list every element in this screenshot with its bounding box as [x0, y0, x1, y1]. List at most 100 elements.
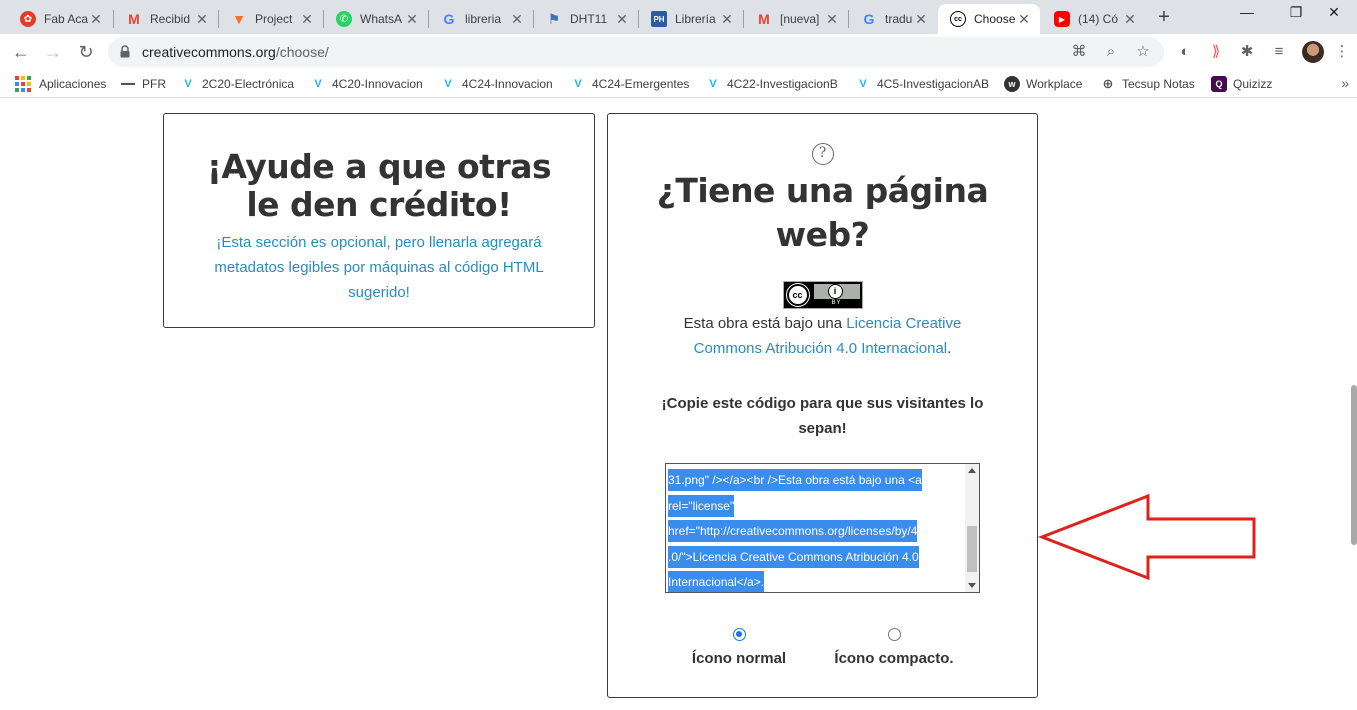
bookmark-4c5-investigacionab[interactable]: V 4C5-InvestigacionAB — [855, 75, 989, 93]
tab-gmail-nueva[interactable]: M [nueva] ✕ — [744, 4, 848, 34]
vimeo-icon: V — [444, 78, 452, 90]
tab-youtube[interactable]: ▶ (14) Có ✕ — [1042, 4, 1146, 34]
close-icon[interactable]: ✕ — [913, 11, 929, 27]
radio-compact[interactable] — [887, 628, 901, 641]
attribution-card: ¡Ayude a que otras le den crédito! ¡Esta… — [163, 113, 595, 328]
tab-google-traductor[interactable]: G traducto ✕ — [849, 4, 937, 34]
bookmark-2c20-electronica[interactable]: V 2C20-Electrónica — [180, 75, 294, 93]
copy-code-heading: ¡Copie este código para que sus visitant… — [661, 395, 984, 437]
tab-choose-active[interactable]: cc Choose ✕ — [938, 4, 1040, 34]
close-window-button[interactable]: ✕ — [1311, 4, 1357, 28]
website-card: ? ¿Tiene una página web? cc i BY Esta ob… — [607, 113, 1038, 698]
close-icon[interactable]: ✕ — [824, 11, 840, 27]
close-icon[interactable]: ✕ — [1122, 11, 1138, 27]
attribution-subtitle: ¡Esta sección es opcional, pero llenarla… — [214, 234, 544, 301]
cc-by-badge[interactable]: cc i BY — [782, 281, 863, 309]
html-code-textarea[interactable]: 31.png" /></a><br />Esta obra está bajo … — [665, 463, 980, 593]
bookmark-4c20-innovacion[interactable]: V 4C20-Innovacion — [310, 75, 422, 93]
website-title: ¿Tiene una página web? — [656, 171, 989, 254]
bookmark-aplicaciones[interactable]: Aplicaciones — [15, 75, 106, 93]
tab-gmail-recibidos[interactable]: M Recibid ✕ — [114, 4, 218, 34]
scroll-up-arrow-icon[interactable] — [968, 468, 976, 473]
close-icon[interactable]: ✕ — [509, 11, 525, 27]
tab-fab-academy[interactable]: ✿ Fab Aca ✕ — [8, 4, 112, 34]
gmail-icon: M — [128, 11, 140, 27]
creative-commons-icon: cc — [950, 11, 966, 27]
bookmarks-overflow-icon[interactable]: » — [1341, 75, 1349, 91]
attribution-title: ¡Ayude a que otras le den crédito! — [206, 147, 552, 224]
extensions-puzzle-icon[interactable]: ✱ — [1238, 43, 1256, 61]
google-icon: G — [443, 11, 455, 27]
gmail-icon: M — [758, 11, 770, 27]
tab-libreria-ph[interactable]: PH Librería ✕ — [639, 4, 743, 34]
page-scrollbar-thumb[interactable] — [1351, 385, 1357, 545]
cc-logo-icon: cc — [785, 283, 810, 307]
bookmark-tecsup-notas[interactable]: ⊕ Tecsup Notas — [1100, 75, 1195, 93]
code-line: href="http://creativecommons.org/license… — [668, 520, 918, 542]
option-compact-icon[interactable]: Ícono compacto. — [824, 628, 964, 667]
close-icon[interactable]: ✕ — [88, 11, 104, 27]
ph-icon: PH — [651, 11, 667, 27]
youtube-icon: ▶ — [1054, 11, 1070, 27]
google-icon: G — [863, 11, 875, 27]
minimize-button[interactable]: — — [1224, 4, 1270, 28]
bookmark-4c22-investigacionb[interactable]: V 4C22-InvestigacionB — [705, 75, 837, 93]
page-scrollbar[interactable] — [1349, 99, 1357, 710]
bookmark-pfr[interactable]: ▬▬ PFR — [120, 75, 166, 93]
code-selected-text: 31.png" /></a><br />Esta obra está bajo … — [668, 468, 963, 592]
translate-icon[interactable]: ⌘ — [1070, 43, 1088, 61]
vimeo-icon: V — [859, 78, 867, 90]
license-statement: Esta obra está bajo una Licencia Creativ… — [683, 315, 962, 357]
scrollbar-thumb[interactable] — [967, 526, 977, 572]
code-scrollbar[interactable] — [965, 464, 979, 592]
address-bar[interactable]: creativecommons.org/choose/ ⌘ ⌕ ☆ — [108, 37, 1164, 67]
close-icon[interactable]: ✕ — [299, 11, 315, 27]
forward-button[interactable]: → — [40, 39, 66, 65]
radio-normal[interactable] — [732, 628, 746, 641]
tab-google-libreria[interactable]: G libreria ✕ — [429, 4, 533, 34]
whatsapp-icon: ✆ — [336, 11, 352, 27]
bookmark-4c24-innovacion[interactable]: V 4C24-Innovacion — [440, 75, 552, 93]
tab-dht11[interactable]: ⚑ DHT11 ✕ — [534, 4, 638, 34]
menu-kebab-icon[interactable]: ⋮ — [1333, 43, 1351, 61]
bookmark-quizizz[interactable]: Q Quizizz — [1211, 75, 1272, 93]
new-tab-button[interactable]: + — [1152, 6, 1176, 30]
zoom-icon[interactable]: ⌕ — [1102, 43, 1120, 61]
question-mark-icon[interactable]: ? — [811, 143, 834, 165]
bookmark-workplace[interactable]: w Workplace — [1004, 75, 1082, 93]
page-content: ¡Ayude a que otras le den crédito! ¡Esta… — [0, 99, 1357, 710]
vimeo-icon: V — [574, 78, 582, 90]
close-icon[interactable]: ✕ — [404, 11, 420, 27]
option-normal-icon[interactable]: Ícono normal — [669, 628, 809, 667]
url-path: /choose/ — [275, 44, 329, 60]
reload-button[interactable]: ↻ — [73, 39, 99, 65]
by-badge-label: BY — [831, 300, 842, 306]
url-host: creativecommons.org — [142, 44, 276, 60]
tab-strip: ✿ Fab Aca ✕ M Recibid ✕ ▼ Project ✕ ✆ Wh… — [0, 0, 1357, 34]
quizizz-icon: Q — [1211, 76, 1227, 92]
tab-gitlab-project[interactable]: ▼ Project ✕ — [219, 4, 323, 34]
close-icon[interactable]: ✕ — [194, 11, 210, 27]
vimeo-icon: V — [314, 78, 322, 90]
extension-cast-icon[interactable]: ⟫ — [1207, 43, 1225, 61]
tab-whatsapp[interactable]: ✆ WhatsA ✕ — [324, 4, 428, 34]
profile-avatar[interactable] — [1302, 41, 1324, 63]
bookmark-4c24-emergentes[interactable]: V 4C24-Emergentes — [570, 75, 689, 93]
vimeo-icon: V — [184, 78, 192, 90]
attribution-person-icon: i — [827, 284, 843, 299]
bookmark-star-icon[interactable]: ☆ — [1134, 43, 1152, 61]
close-icon[interactable]: ✕ — [1016, 11, 1032, 27]
code-line: Internacional</a>. — [668, 571, 765, 592]
close-icon[interactable]: ✕ — [614, 11, 630, 27]
scroll-down-arrow-icon[interactable] — [968, 583, 976, 588]
workplace-icon: w — [1004, 76, 1020, 92]
media-control-icon[interactable]: ≡ — [1270, 43, 1288, 61]
back-button[interactable]: ← — [8, 39, 34, 65]
pfr-icon: ▬▬ — [121, 80, 135, 87]
browser-toolbar: ← → ↻ creativecommons.org/choose/ ⌘ ⌕ ☆ … — [0, 34, 1357, 70]
gitlab-icon: ▼ — [232, 11, 246, 27]
globe-icon: ⊕ — [1102, 76, 1114, 91]
bookmarks-bar: Aplicaciones ▬▬ PFR V 2C20-Electrónica V… — [0, 70, 1357, 98]
extension-circle-icon[interactable]: ◐ — [1176, 43, 1194, 61]
close-icon[interactable]: ✕ — [719, 11, 735, 27]
